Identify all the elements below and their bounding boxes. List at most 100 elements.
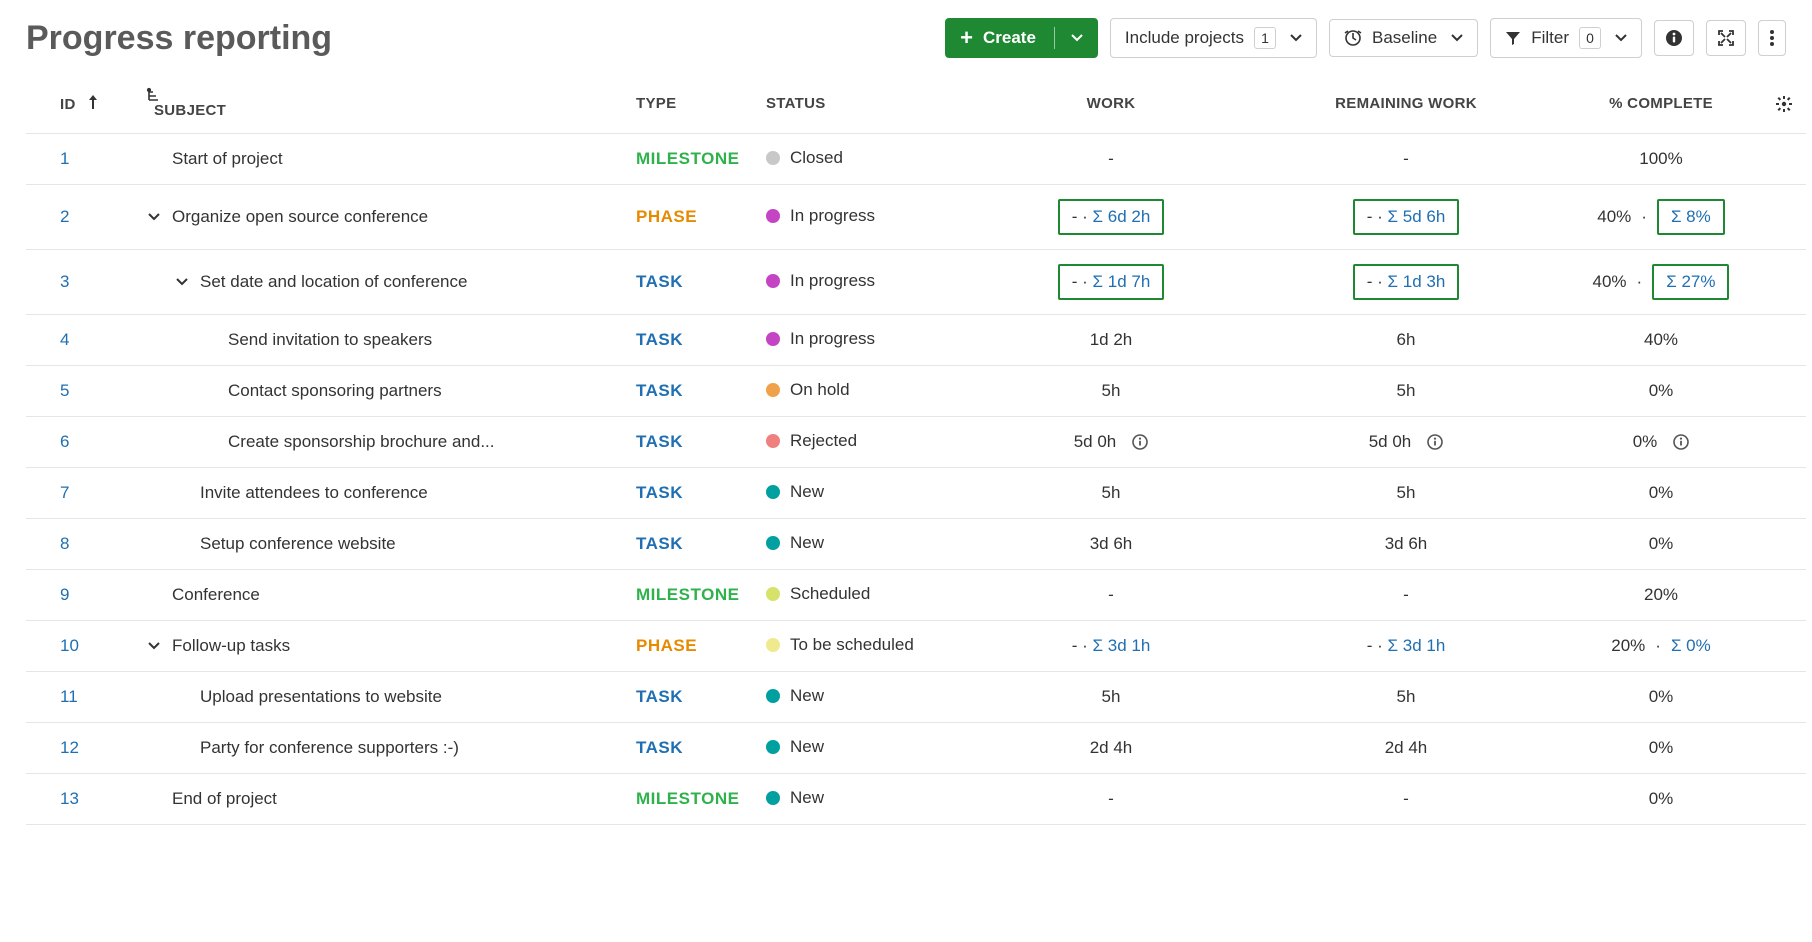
col-pct[interactable]: % COMPLETE [1556, 76, 1766, 134]
row-subject[interactable]: Follow-up tasks [172, 636, 290, 656]
value-sigma[interactable]: Σ 1d 7h [1093, 272, 1151, 291]
row-type: TASK [636, 687, 683, 706]
value-sigma[interactable]: Σ 5d 6h [1388, 207, 1446, 226]
table-row[interactable]: 12Party for conference supporters :-)TAS… [26, 723, 1806, 774]
value-self: 0% [1649, 483, 1674, 503]
row-subject[interactable]: Contact sponsoring partners [228, 381, 442, 401]
status-dot-icon [766, 434, 780, 448]
table-row[interactable]: 10Follow-up tasksPHASETo be scheduled- ·… [26, 621, 1806, 672]
caret-down-icon [1451, 32, 1463, 44]
row-subject[interactable]: Party for conference supporters :-) [200, 738, 459, 758]
row-type: PHASE [636, 636, 697, 655]
row-subject[interactable]: Create sponsorship brochure and... [228, 432, 495, 452]
value-self: - [1367, 207, 1373, 226]
baseline-button[interactable]: Baseline [1329, 19, 1478, 57]
row-subject[interactable]: Organize open source conference [172, 207, 428, 227]
row-gear-cell [1766, 185, 1806, 250]
row-id-link[interactable]: 3 [60, 272, 69, 291]
value-self: - [1072, 207, 1078, 226]
col-remaining-label: REMAINING WORK [1335, 95, 1477, 112]
col-id[interactable]: ID [26, 76, 136, 134]
row-id-link[interactable]: 10 [60, 636, 79, 655]
row-pct: 100% [1556, 134, 1766, 185]
table-row[interactable]: 6Create sponsorship brochure and...TASKR… [26, 417, 1806, 468]
col-subject[interactable]: SUBJECT [136, 76, 626, 134]
filter-button[interactable]: Filter 0 [1490, 18, 1642, 58]
row-id-link[interactable]: 4 [60, 330, 69, 349]
col-status[interactable]: STATUS [756, 76, 966, 134]
info-icon[interactable] [1673, 434, 1689, 450]
row-status: In progress [766, 271, 875, 291]
row-status: New [766, 482, 824, 502]
row-status: New [766, 788, 824, 808]
row-subject[interactable]: End of project [172, 789, 277, 809]
row-id-link[interactable]: 13 [60, 789, 79, 808]
row-subject[interactable]: Start of project [172, 149, 283, 169]
value-self: - [1403, 789, 1409, 809]
row-id-link[interactable]: 1 [60, 149, 69, 168]
table-row[interactable]: 5Contact sponsoring partnersTASKOn hold5… [26, 366, 1806, 417]
row-id-link[interactable]: 7 [60, 483, 69, 502]
row-subject[interactable]: Set date and location of conference [200, 272, 467, 292]
row-id-link[interactable]: 5 [60, 381, 69, 400]
table-row[interactable]: 2Organize open source conferencePHASEIn … [26, 185, 1806, 250]
row-id-link[interactable]: 12 [60, 738, 79, 757]
row-remaining: - · Σ 3d 1h [1256, 621, 1556, 672]
value-self: 5d 0h [1369, 432, 1412, 452]
row-subject[interactable]: Conference [172, 585, 260, 605]
row-pct: 40% [1556, 315, 1766, 366]
table-row[interactable]: 11 Upload presentations to website TASK New… [26, 672, 1806, 723]
col-type[interactable]: TYPE [626, 76, 756, 134]
more-button[interactable] [1758, 20, 1786, 56]
value-self: 40% [1597, 207, 1631, 227]
row-id-link[interactable]: 11 [60, 687, 78, 706]
row-status-label: Rejected [790, 431, 857, 451]
row-subject[interactable]: Upload presentations to website [200, 687, 442, 707]
row-type: TASK [636, 272, 683, 291]
info-icon[interactable] [1427, 434, 1443, 450]
table-row[interactable]: 3 Set date and location of conference TASK… [26, 250, 1806, 315]
table-row[interactable]: 4Send invitation to speakersTASKIn progr… [26, 315, 1806, 366]
value-sigma[interactable]: Σ 3d 1h [1388, 636, 1446, 655]
table-row[interactable]: 13End of projectMILESTONENew--0% [26, 774, 1806, 825]
info-button[interactable] [1654, 20, 1694, 56]
value-sigma[interactable]: Σ 8% [1657, 199, 1725, 235]
row-id-link[interactable]: 2 [60, 207, 69, 226]
chevron-down-icon[interactable] [146, 211, 162, 223]
col-work[interactable]: WORK [966, 76, 1256, 134]
col-work-label: WORK [1087, 95, 1136, 112]
row-remaining: 2d 4h [1256, 723, 1556, 774]
chevron-down-icon[interactable] [174, 276, 190, 288]
row-status-label: New [790, 686, 824, 706]
create-button[interactable]: + Create [945, 18, 1098, 58]
value-sigma[interactable]: Σ 6d 2h [1093, 207, 1151, 226]
table-row[interactable]: 8Setup conference websiteTASKNew3d 6h3d … [26, 519, 1806, 570]
value-sigma[interactable]: Σ 27% [1652, 264, 1729, 300]
row-status: In progress [766, 329, 875, 349]
table-row[interactable]: 7Invite attendees to conferenceTASKNew5h… [26, 468, 1806, 519]
row-subject[interactable]: Setup conference website [200, 534, 396, 554]
table-row[interactable]: 9ConferenceMILESTONEScheduled--20% [26, 570, 1806, 621]
row-subject[interactable]: Invite attendees to conference [200, 483, 428, 503]
configure-columns[interactable] [1766, 76, 1806, 134]
row-subject[interactable]: Send invitation to speakers [228, 330, 432, 350]
row-id-link[interactable]: 8 [60, 534, 69, 553]
fullscreen-button[interactable] [1706, 20, 1746, 56]
value-self: 0% [1649, 534, 1674, 554]
row-work: - · Σ 3d 1h [966, 621, 1256, 672]
value-self: 5h [1397, 483, 1416, 503]
row-remaining: - [1256, 570, 1556, 621]
chevron-down-icon[interactable] [146, 640, 162, 652]
value-self: 2d 4h [1385, 738, 1428, 758]
info-icon[interactable] [1132, 434, 1148, 450]
row-remaining: 5h [1256, 468, 1556, 519]
include-projects-button[interactable]: Include projects 1 [1110, 18, 1317, 58]
row-id-link[interactable]: 6 [60, 432, 69, 451]
value-sigma[interactable]: Σ 3d 1h [1093, 636, 1151, 655]
value-sigma[interactable]: Σ 0% [1671, 636, 1711, 656]
value-sigma[interactable]: Σ 1d 3h [1388, 272, 1446, 291]
row-gear-cell [1766, 672, 1806, 723]
table-row[interactable]: 1Start of projectMILESTONEClosed--100% [26, 134, 1806, 185]
col-remaining[interactable]: REMAINING WORK [1256, 76, 1556, 134]
row-id-link[interactable]: 9 [60, 585, 69, 604]
